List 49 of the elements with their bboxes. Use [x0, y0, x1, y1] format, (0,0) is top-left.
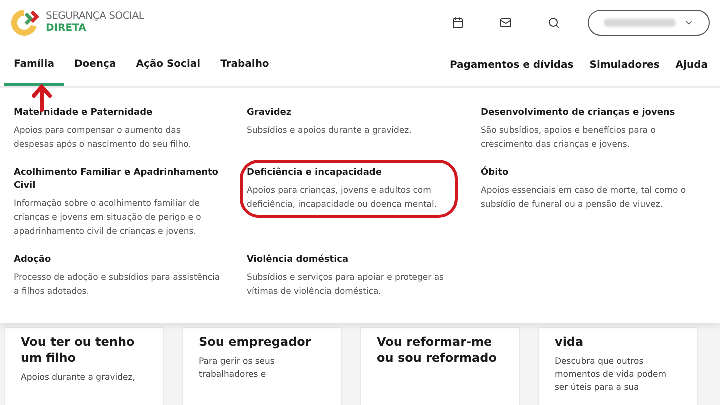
menu-item-title: Óbito [481, 167, 510, 180]
brand-name: SEGURANÇA SOCIAL [46, 10, 144, 22]
menu-item-description: Apoios para crianças, jovens e adultos com deficiência, incapacidade ou doença mental. [247, 185, 438, 212]
card-title: Sou empregador [199, 334, 312, 350]
nav-tab[interactable]: Doença [64, 45, 126, 86]
life-event-card[interactable]: Vou ter ou tenho um filho Apoios durante a gravidez, [4, 327, 164, 405]
nav-tab[interactable]: Ação Social [126, 45, 211, 86]
menu-item[interactable]: Maternidade e Paternidade Apoios para compensar o aumento das despesas após o nascimento do seu filho. [10, 103, 222, 155]
nav-link[interactable]: Pagamentos e dívidas [442, 58, 582, 73]
menu-item[interactable]: Violência doméstica Subsídios e serviços para apoiar e proteger as vítimas de violência doméstica. [243, 250, 455, 302]
life-event-card[interactable]: Sou empregador Para gerir os seus trabalhadores e [182, 327, 342, 405]
menu-item-title: Gravidez [247, 107, 293, 120]
life-event-card[interactable]: Vou reformar-me ou sou reformado [360, 327, 520, 405]
account-dropdown[interactable] [588, 10, 710, 36]
menu-item[interactable]: Adoção Processo de adoção e subsídios para assistência a filhos adotados. [10, 250, 222, 302]
menu-item[interactable]: Óbito Apoios essenciais em caso de morte, tal como o subsídio de funeral ou a pensão de viuvez. [477, 163, 689, 215]
life-event-card[interactable]: vida Descubra que outros momentos de vida podem ser úteis para a sua [538, 327, 698, 405]
brand-subtitle: DIRETA [46, 22, 88, 34]
card-text: Apoios durante a gravidez, [21, 372, 136, 385]
card-text: Para gerir os seus trabalhadores e [199, 356, 276, 382]
nav-tab[interactable]: Trabalho [210, 45, 280, 86]
logo-icon [10, 8, 40, 38]
menu-item-title: Maternidade e Paternidade [14, 107, 154, 120]
menu-item-title: Deficiência e incapacidade [247, 167, 383, 180]
blurred-account-name [604, 18, 676, 26]
calendar-icon[interactable] [452, 16, 464, 28]
menu-item-description: São subsídios, apoios e benefícios para o crescimento das crianças e jovens. [481, 125, 657, 152]
menu-item-description: Informação sobre o acolhimento familiar de crianças e jovens em situação de perigo e o apadrinhamento civil de crianças e jovens. [14, 198, 202, 239]
card-title: vida [555, 334, 585, 350]
menu-item-title: Adoção [14, 254, 52, 267]
menu-item-description: Apoios para compensar o aumento das despesas após o nascimento do seu filho. [14, 125, 192, 152]
mail-icon[interactable] [500, 16, 512, 28]
card-text: Descubra que outros momentos de vida podem ser úteis para a sua [555, 356, 668, 395]
nav-link[interactable]: Ajuda [668, 58, 716, 73]
menu-item-description: Subsídios e serviços para apoiar e proteger as vítimas de violência doméstica. [247, 272, 445, 299]
menu-item[interactable]: Desenvolvimento de crianças e jovens São subsídios, apoios e benefícios para o crescimento das crianças e jovens. [477, 103, 689, 155]
menu-item-title: Violência doméstica [247, 254, 350, 267]
menu-item-description: Apoios essenciais em caso de morte, tal como o subsídio de funeral ou a pensão de viuvez. [481, 185, 688, 212]
menu-item-description: Processo de adoção e subsídios para assistência a filhos adotados. [14, 272, 222, 299]
search-icon[interactable] [548, 16, 560, 28]
menu-item-title: Acolhimento Familiar e Apadrinhamento Civil [14, 167, 220, 193]
menu-item[interactable]: Deficiência e incapacidade Apoios para crianças, jovens e adultos com deficiência, incapacidade ou doença mental. [243, 163, 455, 215]
card-title: Vou reformar-me ou sou reformado [377, 334, 498, 366]
menu-item-title: Desenvolvimento de crianças e jovens [481, 107, 676, 120]
card-title: Vou ter ou tenho um filho [21, 334, 136, 366]
menu-item-description: Subsídios e apoios durante a gravidez. [247, 125, 413, 138]
menu-item[interactable]: Acolhimento Familiar e Apadrinhamento Civil Informação sobre o acolhimento familiar de crianças e jovens em situação de perigo e o apadrinhamento civil de crianças e jovens. [10, 163, 222, 242]
nav-link[interactable]: Simuladores [582, 58, 668, 73]
menu-item[interactable]: Gravidez Subsídios e apoios durante a gravidez. [243, 103, 455, 141]
